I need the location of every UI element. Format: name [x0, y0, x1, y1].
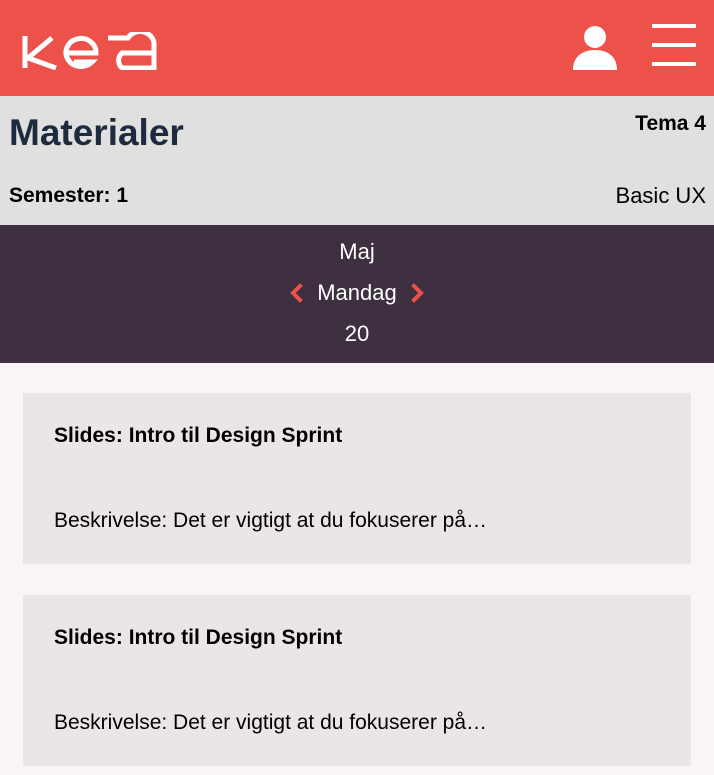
weekday-selector: Mandag	[0, 280, 714, 306]
course-name: Basic UX	[615, 183, 706, 208]
material-card[interactable]: Slides: Intro til Design Sprint Beskrive…	[23, 595, 691, 766]
month-label: Maj	[339, 239, 375, 264]
chevron-right-icon[interactable]	[410, 283, 425, 303]
app-header	[0, 0, 714, 96]
hamburger-menu-icon[interactable]	[650, 22, 698, 68]
semester-label: Semester: 1	[9, 184, 129, 207]
page-title: Materialer	[9, 112, 184, 153]
tema-label: Tema 4	[635, 112, 706, 135]
user-icon[interactable]	[570, 24, 620, 72]
material-description: Beskrivelse: Det er vigtigt at du fokuse…	[54, 509, 488, 532]
material-card[interactable]: Slides: Intro til Design Sprint Beskrive…	[23, 393, 691, 564]
weekday-label: Mandag	[317, 280, 397, 305]
material-title: Slides: Intro til Design Sprint	[54, 424, 343, 447]
kea-logo[interactable]	[22, 32, 158, 70]
day-number: 20	[344, 321, 370, 346]
chevron-left-icon[interactable]	[289, 283, 304, 303]
material-description: Beskrivelse: Det er vigtigt at du fokuse…	[54, 711, 488, 734]
material-title: Slides: Intro til Design Sprint	[54, 626, 343, 649]
